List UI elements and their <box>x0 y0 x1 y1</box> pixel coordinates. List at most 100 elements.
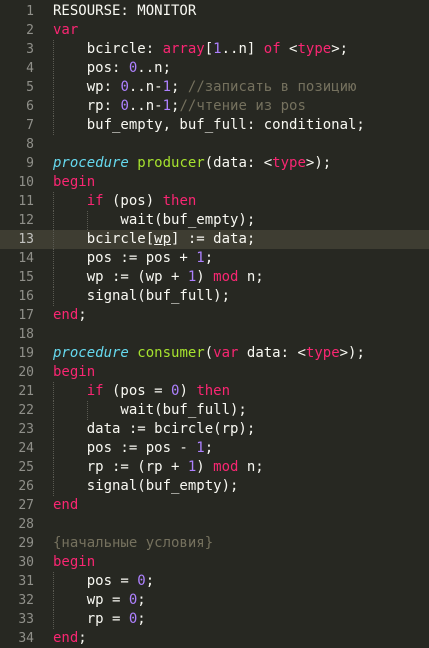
code-line[interactable]: 7 buf_empty, buf_full: conditional; <box>0 116 429 135</box>
code-text: pos := pos + 1; <box>53 249 213 268</box>
code-line[interactable]: 16 signal(buf_full); <box>0 287 429 306</box>
code-text: procedure consumer(var data: <type>); <box>53 344 365 363</box>
code-line[interactable]: 30 begin <box>0 553 429 572</box>
code-token: data := bcircle(rp); <box>53 421 256 437</box>
code-line[interactable]: 19 procedure consumer(var data: <type>); <box>0 344 429 363</box>
code-line[interactable]: 28 <box>0 515 429 534</box>
code-token: procedure <box>53 345 129 361</box>
code-token: ; <box>137 592 146 608</box>
code-token: bcircle[ <box>53 231 155 247</box>
line-number: 15 <box>18 270 34 285</box>
code-line[interactable]: 5 wp: 0..n-1; //записать в позицию <box>0 78 429 97</box>
code-token: ..n; <box>137 60 172 76</box>
code-line[interactable]: 1 RESOURSE: MONITOR <box>0 2 429 21</box>
code-line[interactable]: 9 procedure producer(data: <type>); <box>0 154 429 173</box>
code-line[interactable]: 15 wp := (wp + 1) mod n; <box>0 268 429 287</box>
code-token: mod <box>213 269 239 285</box>
indent-guide <box>53 477 54 496</box>
code-line[interactable]: 26 signal(buf_empty); <box>0 477 429 496</box>
code-token: ] := data; <box>171 231 256 247</box>
code-text: end <box>53 496 78 515</box>
code-text: {начальные условия} <box>53 534 213 553</box>
code-line[interactable]: 3 bcircle: array[1..n] of <type>; <box>0 40 429 59</box>
code-line[interactable]: 8 <box>0 135 429 154</box>
code-text: rp := (rp + 1) mod n; <box>53 458 264 477</box>
code-token: 1 <box>196 250 205 266</box>
code-line[interactable]: 13 bcircle[wp] := data; <box>0 230 429 249</box>
code-token: procedure <box>53 155 129 171</box>
code-text: begin <box>53 553 95 572</box>
code-line[interactable]: 34 end; <box>0 629 429 648</box>
code-token: rp = <box>53 611 129 627</box>
code-line[interactable]: 11 if (pos) then <box>0 192 429 211</box>
code-token: pos: <box>53 60 129 76</box>
code-token: 0 <box>120 79 129 95</box>
line-number: 22 <box>18 403 34 418</box>
code-text: begin <box>53 173 95 192</box>
code-token: (data: < <box>204 155 273 171</box>
code-text: wp := (wp + 1) mod n; <box>53 268 264 287</box>
code-line[interactable]: 23 data := bcircle(rp); <box>0 420 429 439</box>
indent-guide <box>53 268 54 287</box>
code-token: if <box>86 193 104 209</box>
code-token: >; <box>331 41 349 57</box>
code-line[interactable]: 24 pos := pos - 1; <box>0 439 429 458</box>
line-number: 31 <box>18 574 34 589</box>
line-number: 14 <box>18 251 34 266</box>
line-number: 19 <box>18 346 34 361</box>
code-token: wp := (wp + <box>53 269 188 285</box>
code-token: consumer <box>137 345 205 361</box>
code-token: RESOURSE: MONITOR <box>53 3 197 19</box>
code-text: rp: 0..n-1;//чтение из pos <box>53 97 306 116</box>
code-text: bcircle[wp] := data; <box>53 230 256 249</box>
code-token: rp: <box>53 98 121 114</box>
code-line[interactable]: 6 rp: 0..n-1;//чтение из pos <box>0 97 429 116</box>
indent-guide <box>53 40 54 59</box>
line-number: 16 <box>18 289 34 304</box>
code-text: var <box>53 21 78 40</box>
code-token: var <box>53 22 79 38</box>
code-line[interactable]: 22 wait(buf_full); <box>0 401 429 420</box>
code-token: 1 <box>213 41 222 57</box>
code-token: 1 <box>162 98 172 114</box>
line-number: 7 <box>26 118 34 133</box>
code-line[interactable]: 29 {начальные условия} <box>0 534 429 553</box>
line-number: 2 <box>26 23 34 38</box>
code-token: 0 <box>137 573 146 589</box>
indent-guide <box>53 287 54 306</box>
code-line[interactable]: 2 var <box>0 21 429 40</box>
indent-guide <box>53 192 54 211</box>
code-token: //записать в позицию <box>187 79 357 95</box>
code-line[interactable]: 21 if (pos = 0) then <box>0 382 429 401</box>
code-line[interactable]: 12 wait(buf_empty); <box>0 211 429 230</box>
code-token: ) <box>179 383 197 399</box>
code-line[interactable]: 31 pos = 0; <box>0 572 429 591</box>
indent-guide <box>53 382 54 401</box>
code-token: buf_empty, buf_full: conditional; <box>53 117 365 133</box>
indent-guide <box>53 78 54 97</box>
code-token: begin <box>53 364 96 380</box>
indent-guide <box>53 420 54 439</box>
code-line[interactable]: 20 begin <box>0 363 429 382</box>
code-line[interactable]: 32 wp = 0; <box>0 591 429 610</box>
code-token: type <box>272 155 306 171</box>
code-token: wait(buf_full); <box>53 402 247 418</box>
code-text: RESOURSE: MONITOR <box>53 2 196 21</box>
code-token: end <box>53 307 79 323</box>
code-line[interactable]: 25 rp := (rp + 1) mod n; <box>0 458 429 477</box>
code-line[interactable]: 10 begin <box>0 173 429 192</box>
code-token: 1 <box>162 79 172 95</box>
code-line[interactable]: 17 end; <box>0 306 429 325</box>
line-number: 11 <box>18 194 34 209</box>
code-line[interactable]: 33 rp = 0; <box>0 610 429 629</box>
code-token: producer <box>137 155 205 171</box>
code-editor[interactable]: 1 RESOURSE: MONITOR 2 var 3 bcircle: array[1… <box>0 0 429 647</box>
code-line[interactable]: 14 pos := pos + 1; <box>0 249 429 268</box>
code-token: ; <box>145 573 155 589</box>
code-line[interactable]: 4 pos: 0..n; <box>0 59 429 78</box>
code-line[interactable]: 18 <box>0 325 429 344</box>
code-line[interactable]: 27 end <box>0 496 429 515</box>
line-number: 27 <box>18 498 34 513</box>
code-token: wait(buf_empty); <box>53 212 256 228</box>
